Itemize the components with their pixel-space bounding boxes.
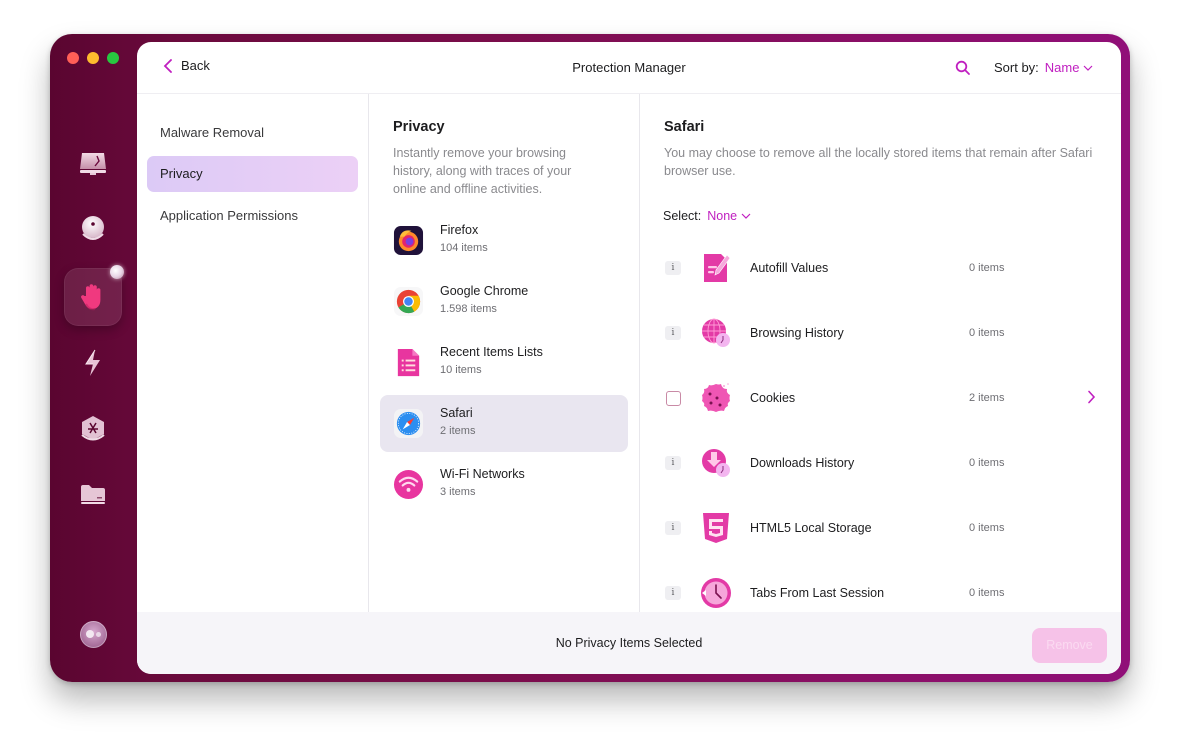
window-title: Protection Manager: [572, 60, 686, 75]
category-row-downloads-history[interactable]: i Downloads History 0 items: [641, 434, 1121, 494]
category-name: Cookies: [750, 391, 796, 405]
category-name: Autofill Values: [750, 261, 829, 275]
chevron-down-icon: [741, 213, 751, 219]
info-button[interactable]: i: [665, 586, 681, 600]
app-store-icon: [81, 416, 105, 441]
rail-item-performance[interactable]: [64, 334, 122, 392]
rail-item-protection[interactable]: [64, 200, 122, 258]
downloads-history-icon: [702, 449, 730, 477]
app-count: 1.598 items: [440, 303, 497, 315]
detail-description: You may choose to remove all the locally…: [664, 146, 1093, 178]
nav-item-malware-removal[interactable]: Malware Removal: [147, 115, 358, 151]
action-bar: No Privacy Items Selected Remove: [137, 612, 1121, 674]
category-count: 2 items: [969, 392, 1005, 404]
category-count: 0 items: [969, 522, 1005, 534]
notification-badge: [110, 265, 124, 279]
list-description: Instantly remove your browsing history, …: [393, 146, 572, 196]
chevron-right-icon[interactable]: [1087, 390, 1096, 404]
detail-title: Safari: [664, 119, 705, 135]
select-control: Select: None: [663, 209, 751, 223]
autofill-icon: [704, 254, 731, 282]
cookies-checkbox[interactable]: [666, 391, 681, 406]
chrome-icon: [393, 286, 424, 317]
html5-icon: [703, 513, 729, 543]
category-row-cookies[interactable]: Cookies 2 items: [641, 369, 1121, 429]
app-name: Wi-Fi Networks: [440, 467, 525, 481]
app-row-firefox[interactable]: Firefox 104 items: [380, 212, 628, 269]
app-name: Recent Items Lists: [440, 345, 543, 359]
lightning-icon: [85, 349, 100, 376]
app-row-recent-items-lists[interactable]: Recent Items Lists 10 items: [380, 334, 628, 391]
category-count: 0 items: [969, 457, 1005, 469]
recent-items-icon: [397, 348, 420, 377]
privacy-app-list: Privacy Instantly remove your browsing h…: [370, 94, 640, 612]
safari-detail: Safari You may choose to remove all the …: [641, 94, 1121, 612]
folder-icon: [81, 485, 105, 504]
app-row-wifi-networks[interactable]: Wi-Fi Networks 3 items: [380, 456, 628, 513]
sort-label: Sort by:: [994, 60, 1039, 75]
wifi-icon: [393, 469, 424, 500]
category-name: Browsing History: [750, 326, 844, 340]
cookie-icon: [702, 383, 730, 412]
app-count: 104 items: [440, 242, 488, 254]
rail-item-files[interactable]: [64, 466, 122, 524]
category-row-html5-local-storage[interactable]: i HTML5 Local Storage 0 items: [641, 499, 1121, 559]
category-count: 0 items: [969, 327, 1005, 339]
main-content: Back Protection Manager Sort by: Name Ma…: [137, 42, 1121, 674]
app-row-google-chrome[interactable]: Google Chrome 1.598 items: [380, 273, 628, 330]
nav-item-privacy[interactable]: Privacy: [147, 156, 358, 192]
rail-item-cleanup[interactable]: [64, 134, 122, 192]
assistant-button[interactable]: [80, 621, 107, 648]
category-row-browsing-history[interactable]: i Browsing History 0 items: [641, 304, 1121, 364]
app-row-safari[interactable]: Safari 2 items: [380, 395, 628, 452]
sort-value: Name: [1044, 60, 1080, 75]
sort-control: Sort by: Name: [994, 60, 1093, 75]
hand-icon: [81, 284, 101, 311]
app-name: Google Chrome: [440, 284, 529, 298]
section-nav: Malware Removal Privacy Application Perm…: [137, 94, 369, 612]
info-button[interactable]: i: [665, 456, 681, 470]
search-icon[interactable]: [955, 60, 971, 76]
app-name: Firefox: [440, 223, 479, 237]
tabs-session-icon: [701, 578, 731, 608]
category-count: 0 items: [969, 262, 1005, 274]
rail-item-applications[interactable]: [64, 400, 122, 458]
selection-status: No Privacy Items Selected: [555, 636, 703, 650]
category-count: 0 items: [969, 587, 1005, 599]
select-dropdown[interactable]: None: [707, 209, 751, 223]
remove-button[interactable]: Remove: [1032, 628, 1107, 663]
category-name: Downloads History: [750, 456, 855, 470]
info-button[interactable]: i: [665, 521, 681, 535]
chevron-down-icon: [1084, 65, 1093, 71]
info-button[interactable]: i: [665, 261, 681, 275]
list-title: Privacy: [393, 119, 445, 135]
sort-dropdown[interactable]: Name: [1045, 60, 1094, 75]
rail-item-privacy[interactable]: [64, 265, 124, 326]
nav-item-application-permissions[interactable]: Application Permissions: [147, 198, 358, 234]
safari-icon: [393, 408, 424, 439]
shield-scan-icon: [82, 216, 104, 240]
category-name: Tabs From Last Session: [750, 586, 885, 600]
category-name: HTML5 Local Storage: [750, 521, 872, 535]
app-count: 2 items: [440, 425, 476, 437]
app-count: 10 items: [440, 364, 482, 376]
module-rail: [50, 34, 136, 682]
category-row-autofill-values[interactable]: i Autofill Values 0 items: [641, 239, 1121, 299]
firefox-icon: [393, 225, 424, 256]
toolbar: Back Protection Manager Sort by: Name: [137, 42, 1121, 94]
select-value: None: [707, 209, 738, 223]
browsing-history-icon: [702, 318, 730, 347]
select-label: Select:: [663, 209, 702, 223]
app-count: 3 items: [440, 486, 476, 498]
info-button[interactable]: i: [665, 326, 681, 340]
disk-cleanup-icon: [80, 153, 106, 175]
app-name: Safari: [440, 406, 473, 420]
app-window: Back Protection Manager Sort by: Name Ma…: [50, 34, 1130, 682]
